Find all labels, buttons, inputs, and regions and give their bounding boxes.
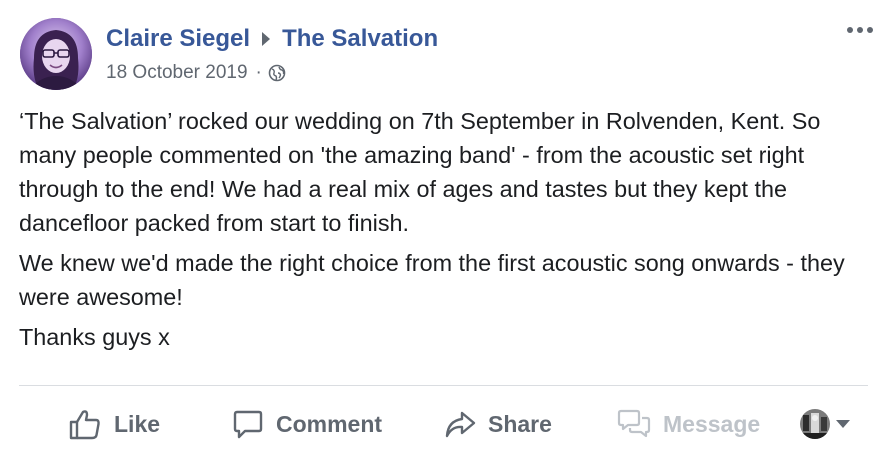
dot-icon [857, 27, 863, 33]
like-button[interactable]: Like [68, 402, 160, 446]
target-page-link[interactable]: The Salvation [282, 25, 438, 53]
meta-separator: · [255, 62, 262, 83]
avatar-photo-icon [20, 18, 92, 90]
caret-down-icon [836, 420, 850, 428]
author-avatar[interactable] [20, 18, 92, 90]
post-paragraph: Thanks guys x [19, 324, 170, 350]
post-date-link[interactable]: 18 October 2019 [106, 62, 248, 84]
post-text: ‘The Salvation’ rocked our wedding on 7t… [19, 104, 869, 360]
action-divider [19, 385, 868, 386]
facebook-post: Claire Siegel The Salvation 18 October 2… [0, 0, 890, 454]
globe-icon[interactable] [268, 64, 286, 82]
dot-icon [847, 27, 853, 33]
more-options-ellipsis-icon[interactable] [840, 18, 880, 42]
like-label: Like [114, 410, 161, 437]
message-button[interactable]: Message [617, 402, 760, 446]
post-paragraph: We knew we'd made the right choice from … [19, 250, 845, 310]
share-label: Share [488, 410, 552, 437]
page-avatar-icon [800, 409, 830, 439]
share-arrow-icon [445, 411, 476, 438]
page-identity-switcher[interactable] [800, 408, 850, 440]
messages-icon [617, 409, 651, 438]
comment-bubble-icon [233, 410, 263, 439]
share-button[interactable]: Share [444, 402, 552, 446]
dot-icon [867, 27, 873, 33]
post-paragraph: ‘The Salvation’ rocked our wedding on 7t… [19, 108, 821, 236]
post-meta: 18 October 2019 · [106, 60, 286, 86]
comment-label: Comment [276, 410, 383, 437]
posted-to-arrow-icon [262, 32, 271, 46]
comment-button[interactable]: Comment [232, 402, 382, 446]
message-label: Message [663, 410, 761, 437]
thumbs-up-icon [69, 410, 100, 440]
post-header-names: Claire Siegel The Salvation [106, 22, 438, 56]
author-name-link[interactable]: Claire Siegel [106, 25, 250, 53]
